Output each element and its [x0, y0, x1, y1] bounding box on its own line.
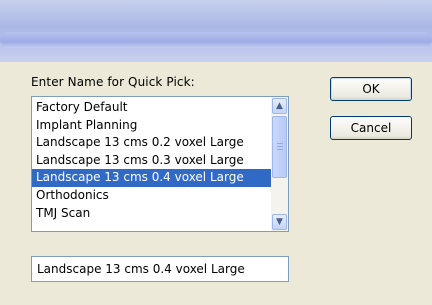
quick-pick-name-input[interactable] — [31, 256, 289, 282]
list-item[interactable]: Factory Default — [32, 99, 272, 117]
grip-line — [277, 149, 283, 150]
list-item[interactable]: Landscape 13 cms 0.2 voxel Large — [32, 134, 272, 152]
chevron-down-icon: ▼ — [276, 217, 283, 227]
cancel-button[interactable]: Cancel — [330, 116, 412, 140]
list-item[interactable]: Orthodonics — [32, 187, 272, 205]
title-bar[interactable] — [0, 0, 432, 62]
list-item[interactable]: TMJ Scan — [32, 205, 272, 223]
chevron-up-icon: ▲ — [276, 101, 283, 111]
list-scrollbar[interactable]: ▲ ▼ — [271, 97, 288, 231]
list-item[interactable]: Implant Planning — [32, 117, 272, 135]
grip-line — [277, 143, 283, 144]
scroll-down-button[interactable]: ▼ — [272, 214, 287, 230]
scroll-up-button[interactable]: ▲ — [272, 98, 287, 114]
list-item[interactable]: Landscape 13 cms 0.4 voxel Large — [32, 169, 272, 187]
list-items: Factory Default Implant Planning Landscape… — [32, 99, 272, 222]
prompt-label: Enter Name for Quick Pick: — [31, 75, 195, 89]
ok-button[interactable]: OK — [330, 77, 412, 101]
grip-line — [277, 146, 283, 147]
title-bar-shine — [0, 32, 432, 48]
scroll-thumb[interactable] — [272, 116, 287, 178]
list-item[interactable]: Landscape 13 cms 0.3 voxel Large — [32, 152, 272, 170]
quick-pick-list[interactable]: Factory Default Implant Planning Landscape… — [31, 96, 289, 232]
